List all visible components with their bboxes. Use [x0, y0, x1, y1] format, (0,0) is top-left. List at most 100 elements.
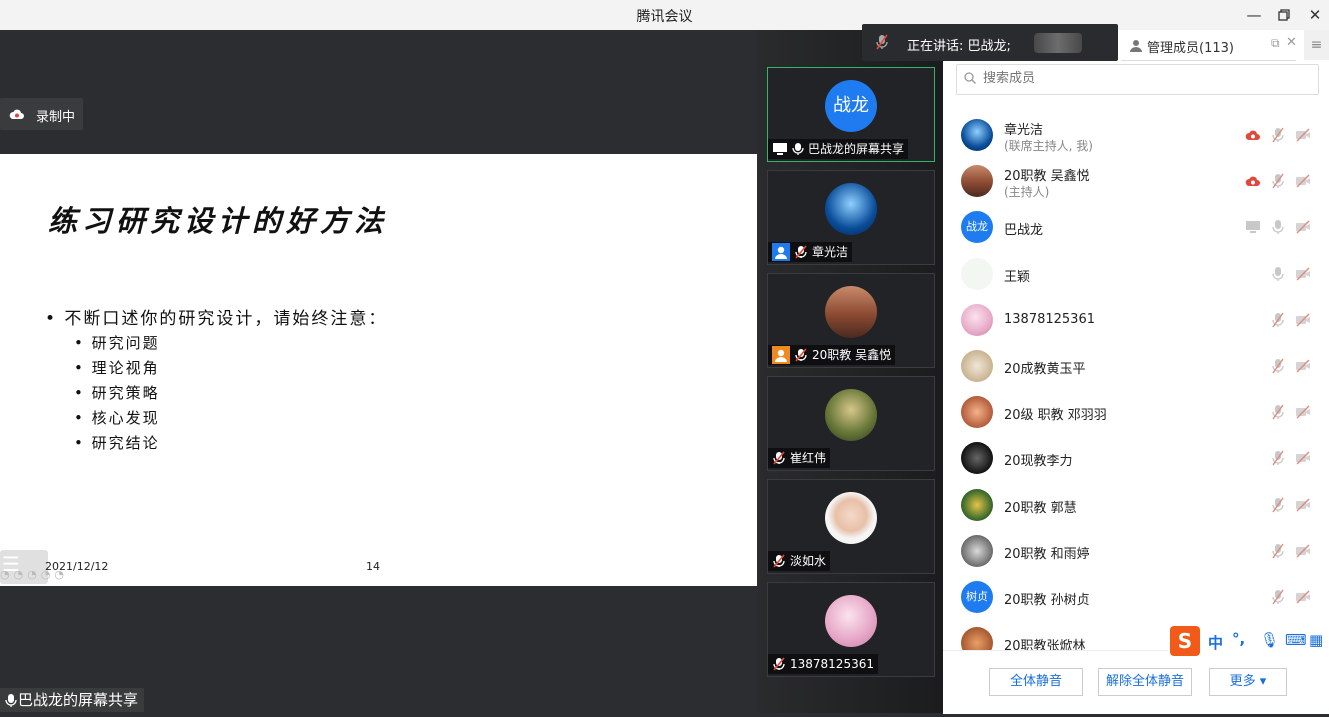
punctuation-icon: °, [1232, 630, 1246, 648]
member-row[interactable]: 13878125361 [943, 297, 1329, 343]
slide-date: 2021/12/12 [45, 560, 109, 573]
search-members[interactable] [956, 64, 1319, 95]
restore-icon[interactable] [1273, 4, 1295, 26]
search-icon [964, 72, 976, 84]
user-icon [772, 346, 790, 364]
member-name: 20职教 孙树贞 [1004, 593, 1090, 608]
unmute-all-button[interactable]: 解除全体静音 [1098, 668, 1192, 696]
member-name: 20成教黄玉平 [1004, 362, 1086, 377]
camera-off-icon[interactable] [1295, 589, 1311, 605]
tab-manage-members[interactable]: 管理成员(113) ⧉ ✕ [1121, 30, 1297, 61]
member-panel: 管理成员(113) ⧉ ✕ ≡ 章光洁(联席主持人, 我)20职教 吴鑫悦(主持… [943, 30, 1329, 714]
video-tile-name: 章光洁 [768, 242, 853, 262]
mic-icon [5, 694, 17, 707]
ime-toolbar[interactable]: S 中 °, 🎙 ⌨ ▦ [1168, 626, 1329, 658]
member-status-icons [1245, 266, 1315, 282]
mic-muted-icon[interactable] [1270, 589, 1286, 605]
camera-off-icon[interactable] [1295, 127, 1311, 143]
slide-sub-item: • 核心发现 [74, 409, 160, 427]
mic-muted-icon [773, 451, 785, 465]
mic-muted-icon[interactable] [1270, 358, 1286, 374]
more-button[interactable]: 更多 ▾ [1209, 668, 1287, 696]
member-role: (主持人) [1004, 185, 1050, 200]
member-row[interactable]: 20职教 郭慧 [943, 482, 1329, 528]
member-row[interactable]: 20职教 吴鑫悦 (主持人) [943, 158, 1329, 204]
member-row[interactable]: 树贞 20职教 孙树贞 [943, 574, 1329, 620]
member-row[interactable]: 20级 职教 邓羽羽 [943, 389, 1329, 435]
camera-off-icon[interactable] [1295, 312, 1311, 328]
user-icon [772, 243, 790, 261]
member-name: 20级 职教 邓羽羽 [1004, 408, 1107, 424]
video-tile-name: 崔红伟 [768, 448, 831, 468]
video-tile[interactable]: 战龙 巴战龙的屏幕共享 [767, 67, 935, 162]
mic-muted-icon[interactable] [1270, 404, 1286, 420]
member-name: 王颖 [1004, 269, 1031, 285]
recording-indicator[interactable]: 录制中 [0, 98, 83, 130]
recording-label: 录制中 [36, 110, 76, 125]
video-tile[interactable]: 13878125361 [767, 582, 935, 677]
camera-off-icon[interactable] [1295, 404, 1311, 420]
video-tile[interactable]: 崔红伟 [767, 376, 935, 471]
minimize-icon[interactable]: — [1243, 4, 1265, 26]
mic-muted-icon [773, 554, 785, 568]
avatar [961, 350, 993, 382]
avatar [961, 303, 993, 336]
video-tile[interactable]: 20职教 吴鑫悦 [767, 273, 935, 368]
blurred-avatar [1034, 33, 1082, 53]
video-tile-name: 20职教 吴鑫悦 [768, 345, 896, 365]
video-tile[interactable]: 章光洁 [767, 170, 935, 265]
popout-icon[interactable]: ⧉ [1271, 36, 1280, 51]
member-name: 13878125361 [1004, 311, 1095, 327]
member-name: 20现教李力 [1004, 454, 1073, 470]
mic-muted-icon[interactable] [1270, 543, 1286, 559]
close-icon[interactable]: ✕ [1304, 4, 1326, 26]
mic-icon[interactable] [1270, 266, 1286, 282]
member-row[interactable]: 20现教李力 [943, 435, 1329, 481]
member-name: 20职教 和雨婷 [1004, 546, 1090, 562]
camera-off-icon[interactable] [1295, 497, 1311, 513]
mic-muted-icon[interactable] [1270, 127, 1286, 143]
member-status-icons [1245, 127, 1315, 143]
camera-off-icon[interactable] [1295, 543, 1311, 559]
camera-off-icon[interactable] [1295, 266, 1311, 282]
mic-muted-icon[interactable] [1270, 497, 1286, 513]
ime-mode-label: 中 [1208, 634, 1224, 652]
member-status-icons [1245, 219, 1315, 235]
member-row[interactable]: 王颖 [943, 251, 1329, 297]
mic-muted-icon[interactable] [1270, 450, 1286, 466]
video-tile-name: 巴战龙的屏幕共享 [768, 139, 909, 159]
mic-muted-icon[interactable] [1270, 312, 1286, 328]
share-label-text: 巴战龙的屏幕共享 [18, 691, 139, 709]
close-panel-icon[interactable]: ✕ [1286, 35, 1297, 50]
video-tile[interactable]: 淡如水 [767, 479, 935, 574]
member-row[interactable]: 战龙 巴战龙 [943, 204, 1329, 250]
mic-muted-icon [876, 34, 888, 50]
mute-all-button[interactable]: 全体静音 [989, 668, 1083, 696]
member-row[interactable]: 20职教 和雨婷 [943, 528, 1329, 574]
mic-muted-icon[interactable] [1270, 173, 1286, 189]
video-tile-name: 淡如水 [768, 551, 831, 571]
avatar: 树贞 [961, 581, 993, 613]
screen-share-icon [773, 143, 787, 155]
camera-off-icon[interactable] [1295, 173, 1311, 189]
speaking-banner: 正在讲话: 巴战龙; [862, 24, 1118, 61]
title-bar: 腾讯会议 — ✕ [0, 0, 1329, 30]
member-status-icons [1245, 404, 1315, 420]
camera-off-icon[interactable] [1295, 450, 1311, 466]
camera-off-icon[interactable] [1295, 358, 1311, 374]
mic-icon[interactable] [1270, 219, 1286, 235]
mic-muted-icon [795, 245, 807, 259]
member-status-icons [1245, 173, 1315, 189]
member-role: (联席主持人, 我) [1004, 139, 1093, 153]
member-row[interactable]: 章光洁 (联席主持人, 我) [943, 112, 1329, 158]
slide-sub-item: • 研究结论 [74, 434, 160, 452]
avatar [961, 534, 993, 567]
recording-icon [1245, 127, 1261, 143]
panel-menu-icon[interactable]: ≡ [1304, 30, 1329, 60]
member-status-icons [1245, 497, 1315, 513]
member-name: 巴战龙 [1004, 223, 1044, 239]
video-column: 战龙 巴战龙的屏幕共享 章光洁 20职教 吴鑫悦 崔红伟 淡如水 1387812… [758, 30, 943, 713]
search-input[interactable] [981, 70, 1305, 87]
camera-off-icon[interactable] [1295, 219, 1311, 235]
member-row[interactable]: 20成教黄玉平 [943, 343, 1329, 389]
